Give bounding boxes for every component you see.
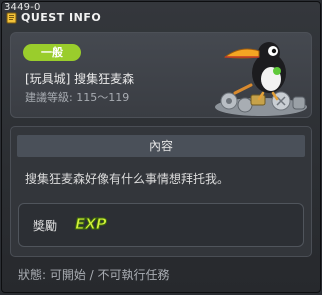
npc-portrait — [211, 35, 311, 117]
quest-info-window: 3449-0 QUEST INFO 一般 [玩具城] 搜集狂麦森 建議等級: 1… — [1, 1, 321, 293]
exp-reward-icon: EXP — [74, 215, 107, 234]
reward-box: 獎勵 EXP — [18, 203, 304, 247]
quest-book-icon — [6, 12, 18, 24]
content-panel: 內容 搜集狂麦森好像有什么事情想拜托我。 獎勵 EXP — [10, 126, 312, 257]
window-title: QUEST INFO — [21, 11, 102, 24]
title-bar: QUEST INFO — [6, 11, 101, 25]
category-badge: 一般 — [23, 44, 81, 61]
quest-header-panel: 一般 [玩具城] 搜集狂麦森 建議等級: 115～119 — [10, 32, 312, 118]
recommended-level: 建議等級: 115～119 — [25, 91, 130, 104]
quest-status: 狀態: 可開始 / 不可執行任務 — [18, 268, 170, 282]
reward-label: 獎勵 — [33, 219, 58, 233]
quest-description: 搜集狂麦森好像有什么事情想拜托我。 — [25, 172, 230, 186]
quest-name: [玩具城] 搜集狂麦森 — [25, 72, 135, 86]
content-section-title: 內容 — [17, 135, 305, 157]
